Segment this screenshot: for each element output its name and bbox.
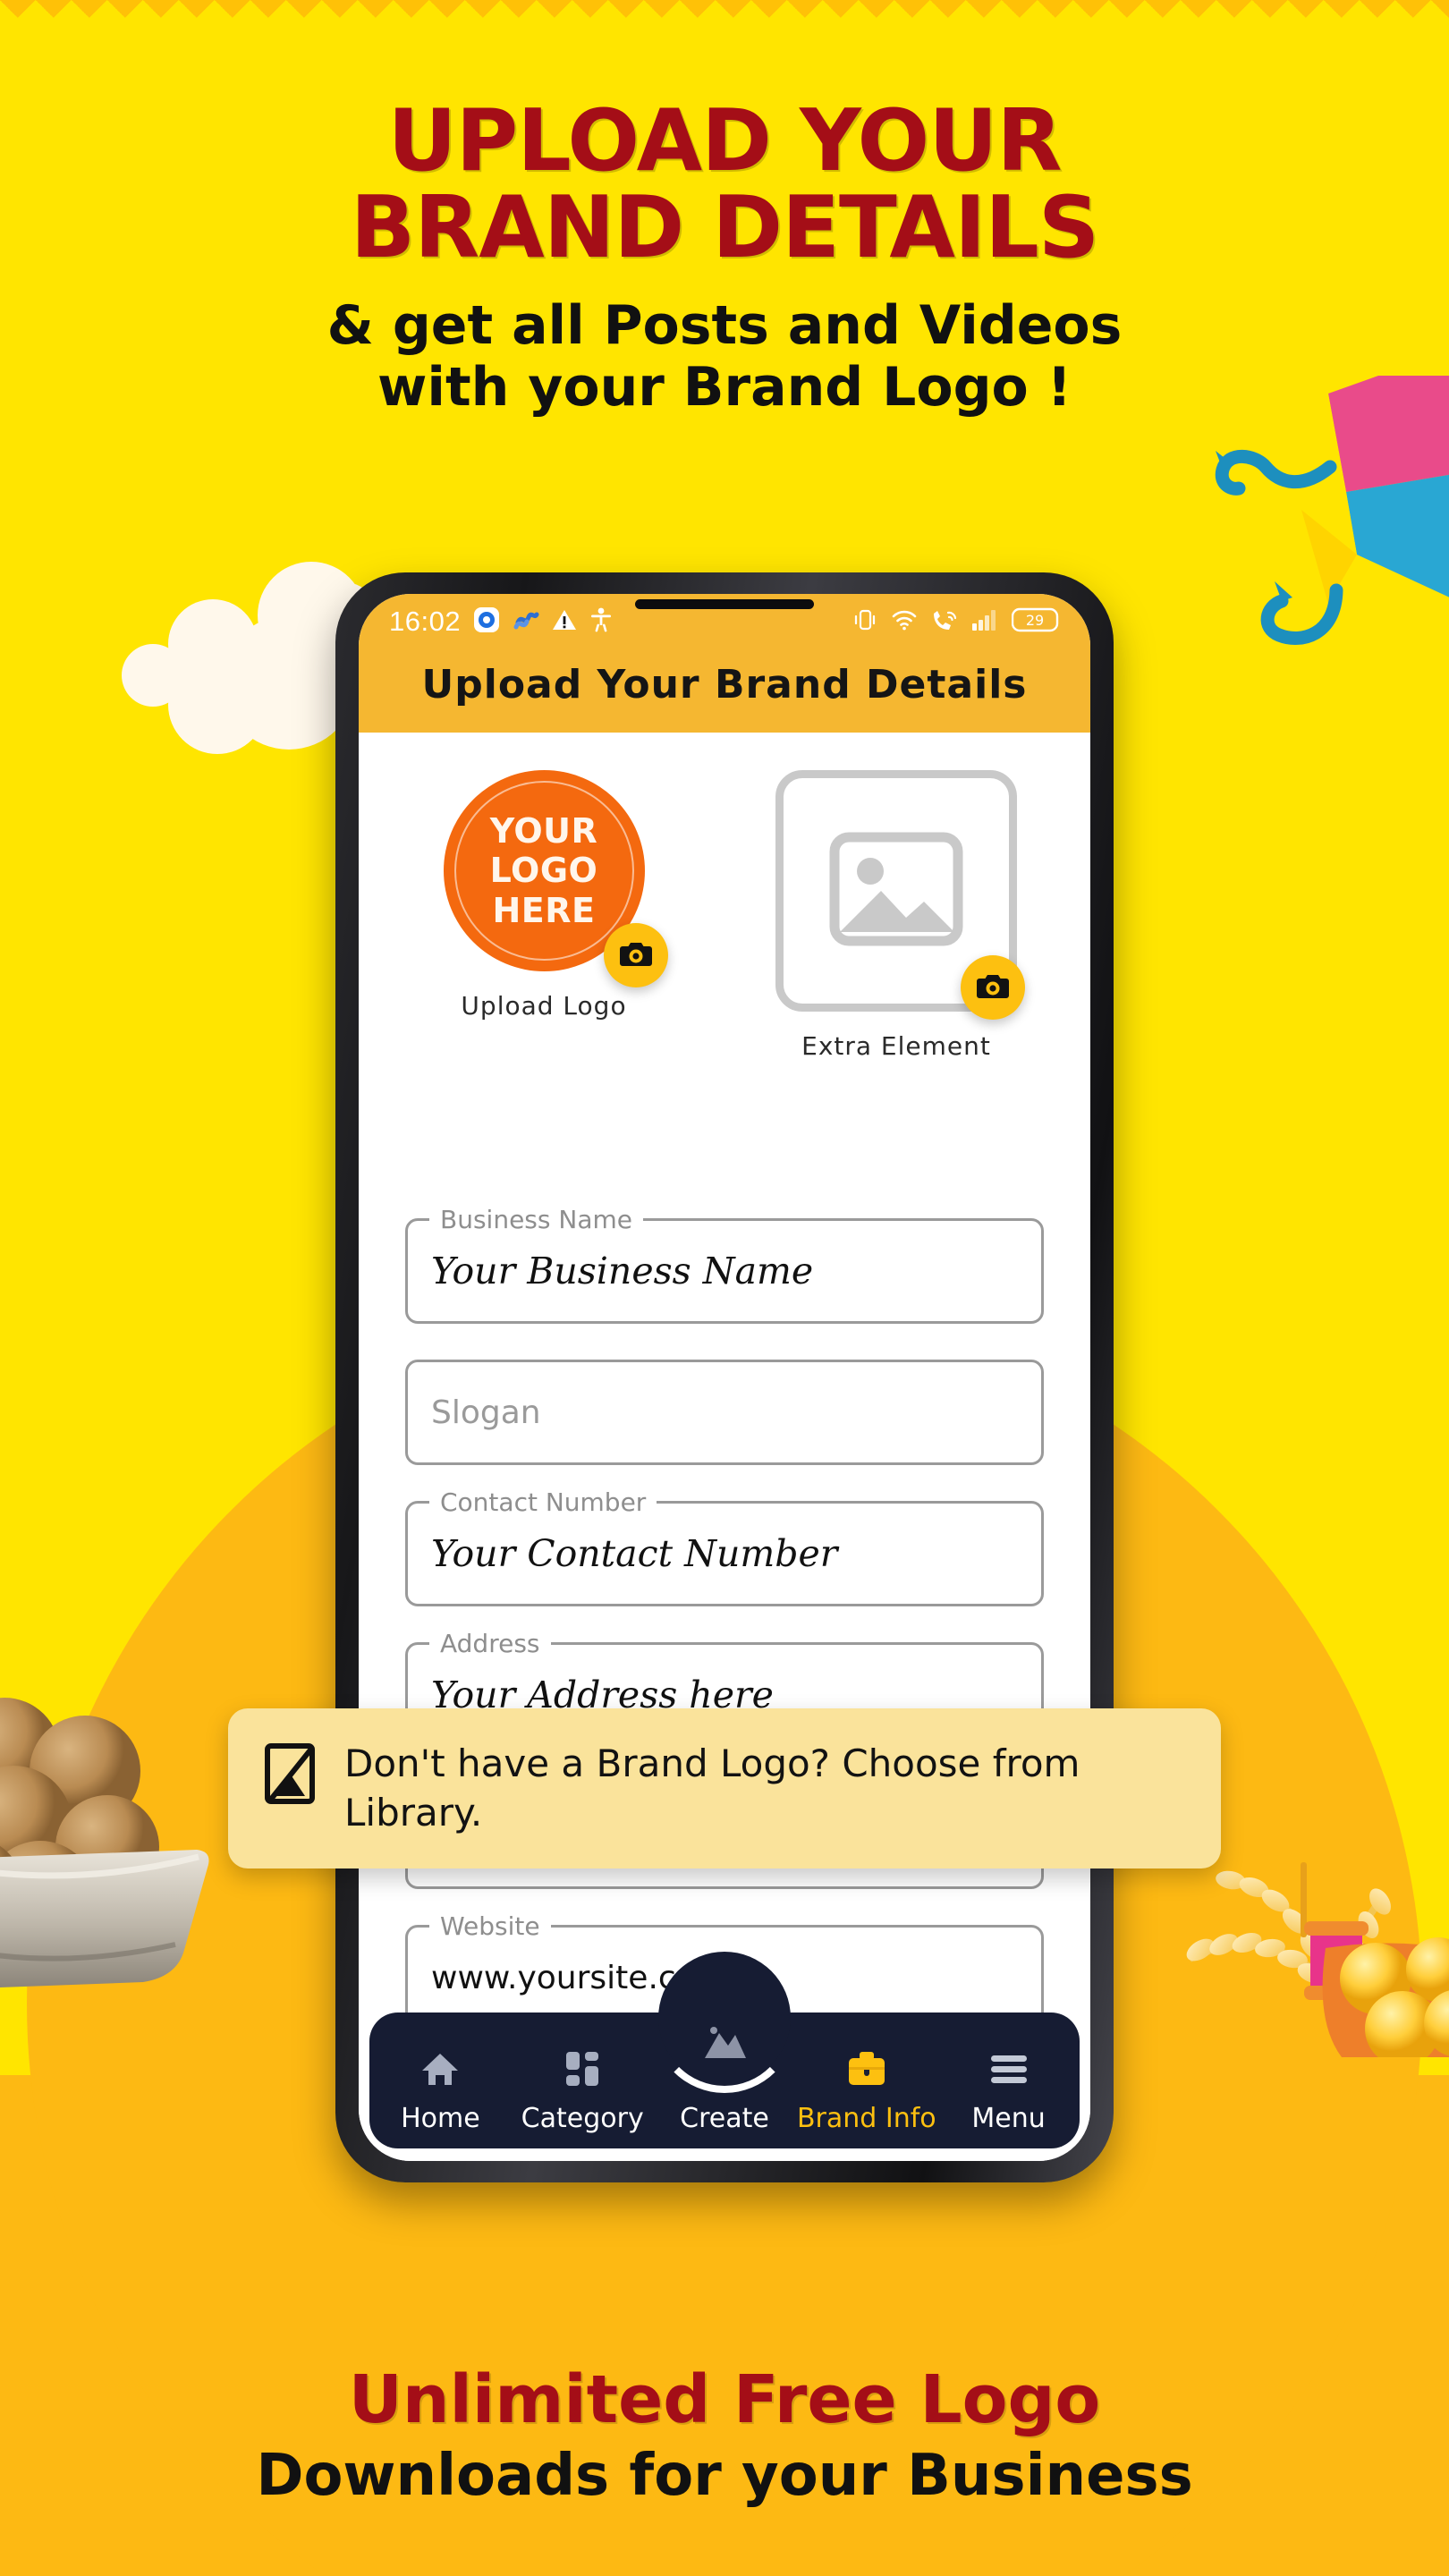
nav-item-category[interactable]: Category — [512, 2046, 654, 2148]
zigzag-border-icon — [0, 0, 1449, 36]
briefcase-icon — [846, 2046, 887, 2092]
logo-text-line-1: YOUR — [489, 811, 598, 852]
nav-label-category: Category — [521, 2103, 644, 2134]
field-value-contact-number: Your Contact Number — [431, 1532, 838, 1575]
headline-line-2: BRAND DETAILS — [350, 178, 1100, 277]
phone-mockup: 16:02 29 Upload Your Brand Details YOUR … — [228, 572, 1221, 2182]
vibrate-icon — [852, 607, 877, 637]
image-placeholder-icon — [829, 832, 963, 951]
bottom-navigation: Home Category Create Brand Info Menu — [369, 1952, 1080, 2148]
subhead-line-1: & get all Posts and Videos — [326, 293, 1123, 357]
screen-content: YOUR LOGO HERE Upload Logo Extra Element… — [359, 733, 1090, 2161]
extra-camera-button[interactable] — [961, 955, 1025, 1020]
broken-image-icon — [264, 1742, 316, 1809]
nav-item-menu[interactable]: Menu — [937, 2046, 1080, 2148]
field-value-business-name: Your Business Name — [431, 1250, 814, 1292]
poster-headline: UPLOAD YOUR BRAND DETAILS & get all Post… — [0, 98, 1449, 419]
home-icon — [419, 2046, 461, 2092]
ladoo-bowl-icon — [0, 1682, 259, 2004]
poster-footer: Unlimited Free Logo Downloads for your B… — [0, 2361, 1449, 2509]
kite-icon — [1123, 350, 1449, 760]
nav-item-brand-info[interactable]: Brand Info — [795, 2046, 937, 2148]
library-tooltip-text: Don't have a Brand Logo? Choose from Lib… — [344, 1741, 1080, 1835]
field-label-business-name: Business Name — [429, 1205, 643, 1234]
app-bar-title: Upload Your Brand Details — [421, 662, 1028, 708]
field-label-website: Website — [429, 1911, 551, 1941]
phone-notch — [635, 599, 814, 609]
upload-logo-group: YOUR LOGO HERE Upload Logo — [405, 770, 682, 1021]
camera-icon — [618, 936, 654, 976]
nav-label-create: Create — [680, 2103, 769, 2134]
extra-element-caption: Extra Element — [801, 1031, 991, 1061]
hamburger-icon — [988, 2046, 1030, 2092]
extra-element-box[interactable] — [775, 770, 1025, 1020]
subhead-line-2: with your Brand Logo ! — [377, 356, 1072, 419]
warning-icon — [552, 607, 577, 637]
nav-label-brand-info: Brand Info — [796, 2103, 936, 2134]
logo-text-line-3: HERE — [492, 890, 596, 930]
field-label-address: Address — [429, 1629, 551, 1658]
status-bar-right: 29 — [852, 606, 1060, 638]
nav-item-home[interactable]: Home — [369, 2046, 512, 2148]
footer-line-1: Unlimited Free Logo — [348, 2361, 1101, 2439]
signal-icon — [971, 608, 998, 636]
nav-label-menu: Menu — [971, 2103, 1046, 2134]
upload-row: YOUR LOGO HERE Upload Logo Extra Element — [359, 733, 1090, 1061]
headline-line-1: UPLOAD YOUR — [387, 92, 1062, 191]
upload-logo-caption: Upload Logo — [461, 991, 627, 1021]
eye-care-icon — [473, 606, 500, 638]
logo-text-line-2: LOGO — [489, 851, 598, 891]
sync-icon — [513, 606, 539, 638]
svg-text:29: 29 — [1026, 612, 1044, 629]
call-wifi-icon — [931, 607, 958, 637]
battery-icon: 29 — [1011, 606, 1060, 638]
nav-label-home: Home — [401, 2103, 480, 2134]
footer-line-2: Downloads for your Business — [256, 2442, 1193, 2509]
phone-screen: 16:02 29 Upload Your Brand Details YOUR … — [359, 594, 1090, 2161]
grid-icon — [564, 2046, 601, 2092]
brand-details-form: Business Name Your Business Name Slogan … — [359, 1195, 1090, 2030]
camera-icon — [975, 968, 1011, 1008]
field-placeholder-slogan: Slogan — [431, 1394, 541, 1431]
wifi-icon — [891, 607, 918, 637]
field-slogan[interactable]: Slogan — [405, 1360, 1044, 1465]
field-label-contact-number: Contact Number — [429, 1487, 657, 1517]
image-mountain-icon — [701, 2019, 748, 2065]
accessibility-icon — [589, 607, 613, 637]
bottom-nav-items: Home Category Create Brand Info Menu — [369, 2012, 1080, 2148]
extra-element-group: Extra Element — [749, 770, 1044, 1061]
phone-frame: 16:02 29 Upload Your Brand Details YOUR … — [335, 572, 1114, 2182]
app-bar: Upload Your Brand Details — [359, 649, 1090, 733]
logo-wrap[interactable]: YOUR LOGO HERE — [443, 770, 668, 987]
nav-item-create[interactable]: Create — [654, 2019, 796, 2148]
status-time: 16:02 — [389, 606, 462, 637]
logo-camera-button[interactable] — [603, 923, 668, 987]
library-tooltip-banner[interactable]: Don't have a Brand Logo? Choose from Lib… — [228, 1708, 1221, 1868]
field-contact-number[interactable]: Contact Number Your Contact Number — [405, 1487, 1044, 1606]
field-business-name[interactable]: Business Name Your Business Name — [405, 1205, 1044, 1324]
status-bar-left: 16:02 — [389, 606, 613, 638]
